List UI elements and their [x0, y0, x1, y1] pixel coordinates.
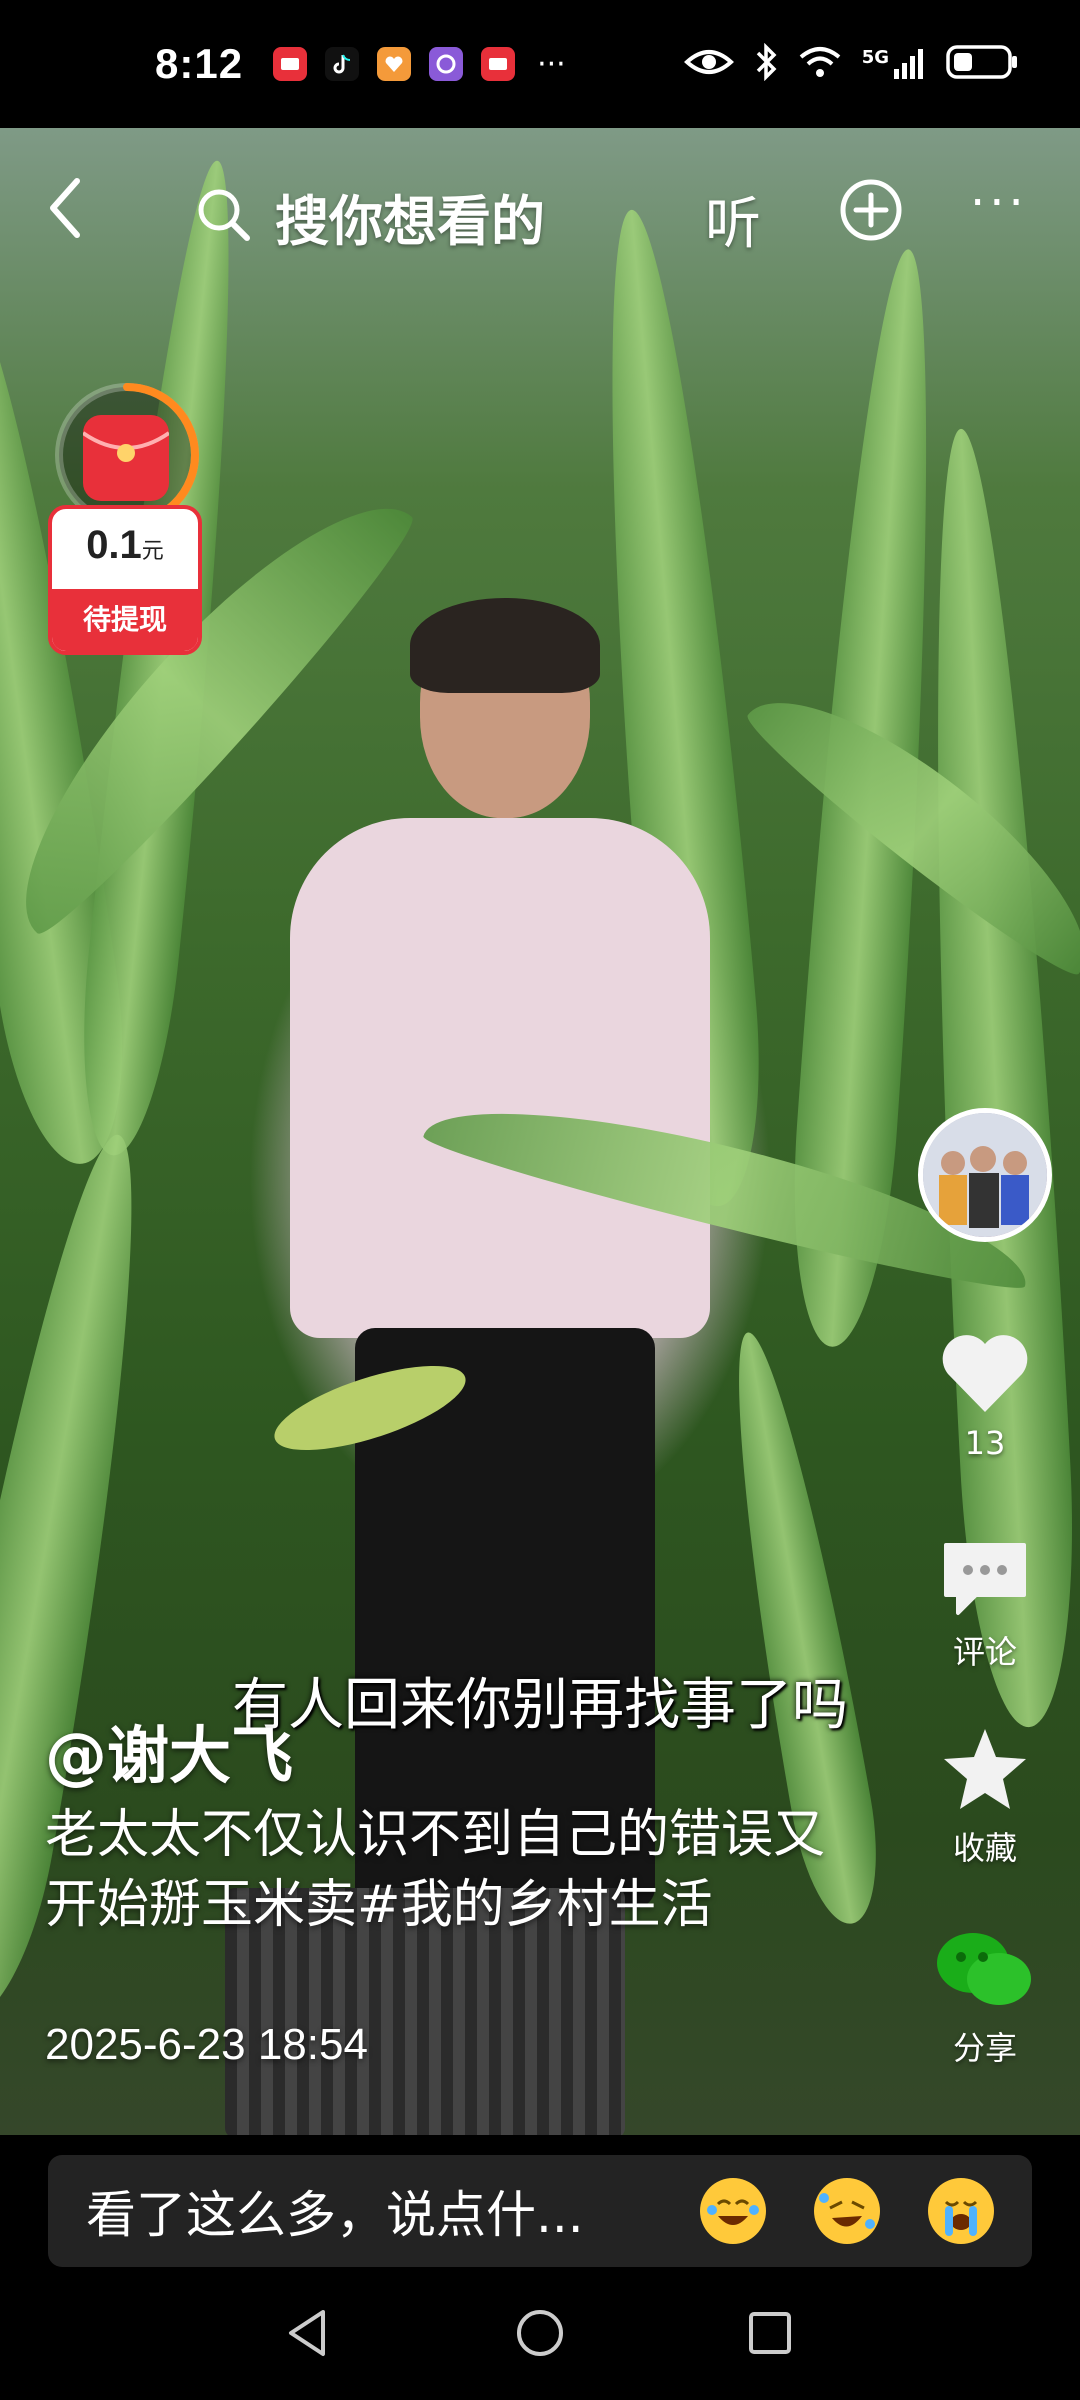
search-bar[interactable]: 搜你想看的 [195, 177, 545, 256]
comment-bar: 看了这么多，说点什... [0, 2135, 1080, 2270]
author-avatar[interactable] [918, 1108, 1052, 1242]
wifi-icon [798, 45, 842, 83]
nav-home-button[interactable] [515, 2308, 565, 2362]
comment-bubble-icon [944, 1543, 1026, 1615]
battery-icon [946, 43, 1020, 85]
person-shirt [290, 818, 710, 1338]
share-label: 分享 [952, 2029, 1017, 2067]
purple-app-notification-icon [429, 47, 464, 81]
share-action[interactable]: 分享 [918, 1925, 1052, 2069]
tiktok-notification-icon [325, 47, 360, 81]
red-packet-card: 0.1元 待提现 [48, 505, 202, 655]
red-app-notification-icon [273, 47, 308, 81]
rolling-laughing-emoji-icon[interactable] [814, 2178, 880, 2244]
wechat-icon [937, 1933, 1031, 2005]
heart-icon [942, 1335, 1028, 1412]
loudly-crying-emoji-icon[interactable] [928, 2178, 994, 2244]
comment-placeholder: 看了这么多，说点什... [86, 2186, 584, 2244]
favorite-action[interactable]: 收藏 [918, 1725, 1052, 1869]
listen-button[interactable]: 听 [705, 179, 761, 260]
add-button[interactable] [838, 177, 904, 247]
more-options-button[interactable]: ··· [970, 175, 1028, 231]
red-packet-widget[interactable]: 0.1元 待提现 [48, 380, 204, 660]
comment-action[interactable]: 评论 [918, 1535, 1052, 1673]
orange-app-notification-icon [377, 47, 412, 81]
nav-recents-button[interactable] [747, 2310, 793, 2360]
comment-input[interactable]: 看了这么多，说点什... [48, 2155, 1032, 2267]
status-time: 8:12 [155, 40, 244, 87]
status-right-icons: 5G [683, 42, 1020, 85]
amount-value: 0.1 [86, 523, 142, 567]
circle-home-icon [517, 2310, 563, 2356]
author-name[interactable]: @谢大飞 [45, 1705, 293, 1795]
post-caption[interactable]: 老太太不仅认识不到自己的错误又开始掰玉米卖#我的乡村生活 [45, 1800, 845, 1940]
search-placeholder: 搜你想看的 [275, 190, 545, 253]
like-action[interactable]: 13 [918, 1330, 1052, 1462]
network-type-label: 5G [861, 47, 889, 68]
triangle-back-icon [289, 2310, 325, 2356]
back-button[interactable] [45, 173, 85, 247]
search-icon [195, 186, 253, 248]
person-hair [410, 598, 600, 693]
red-envelope-icon [81, 415, 171, 501]
chevron-left-icon [50, 178, 80, 238]
system-nav-bar [0, 2270, 1080, 2400]
top-bar: 搜你想看的 听 ··· [0, 165, 1080, 257]
like-count: 13 [964, 1424, 1006, 1462]
favorite-label: 收藏 [952, 1829, 1017, 1867]
square-recents-icon [749, 2312, 791, 2354]
more-notifications-icon: ··· [537, 46, 566, 82]
post-date: 2025-6-23 18:54 [45, 2020, 368, 2069]
withdraw-label: 待提现 [52, 589, 198, 651]
red-packet-amount: 0.1元 [52, 523, 198, 568]
bluetooth-icon [754, 42, 778, 85]
plus-circle-icon [840, 179, 902, 241]
signal-icon: 5G [862, 47, 926, 81]
red-app-notification-icon-2 [481, 47, 516, 81]
notification-icons: ··· [273, 47, 566, 82]
eye-comfort-icon [683, 46, 734, 82]
status-bar: 8:12 ··· 5G [0, 0, 1080, 128]
crying-laughing-emoji-icon[interactable] [700, 2178, 766, 2244]
nav-back-button[interactable] [285, 2308, 329, 2362]
amount-unit: 元 [141, 538, 164, 563]
